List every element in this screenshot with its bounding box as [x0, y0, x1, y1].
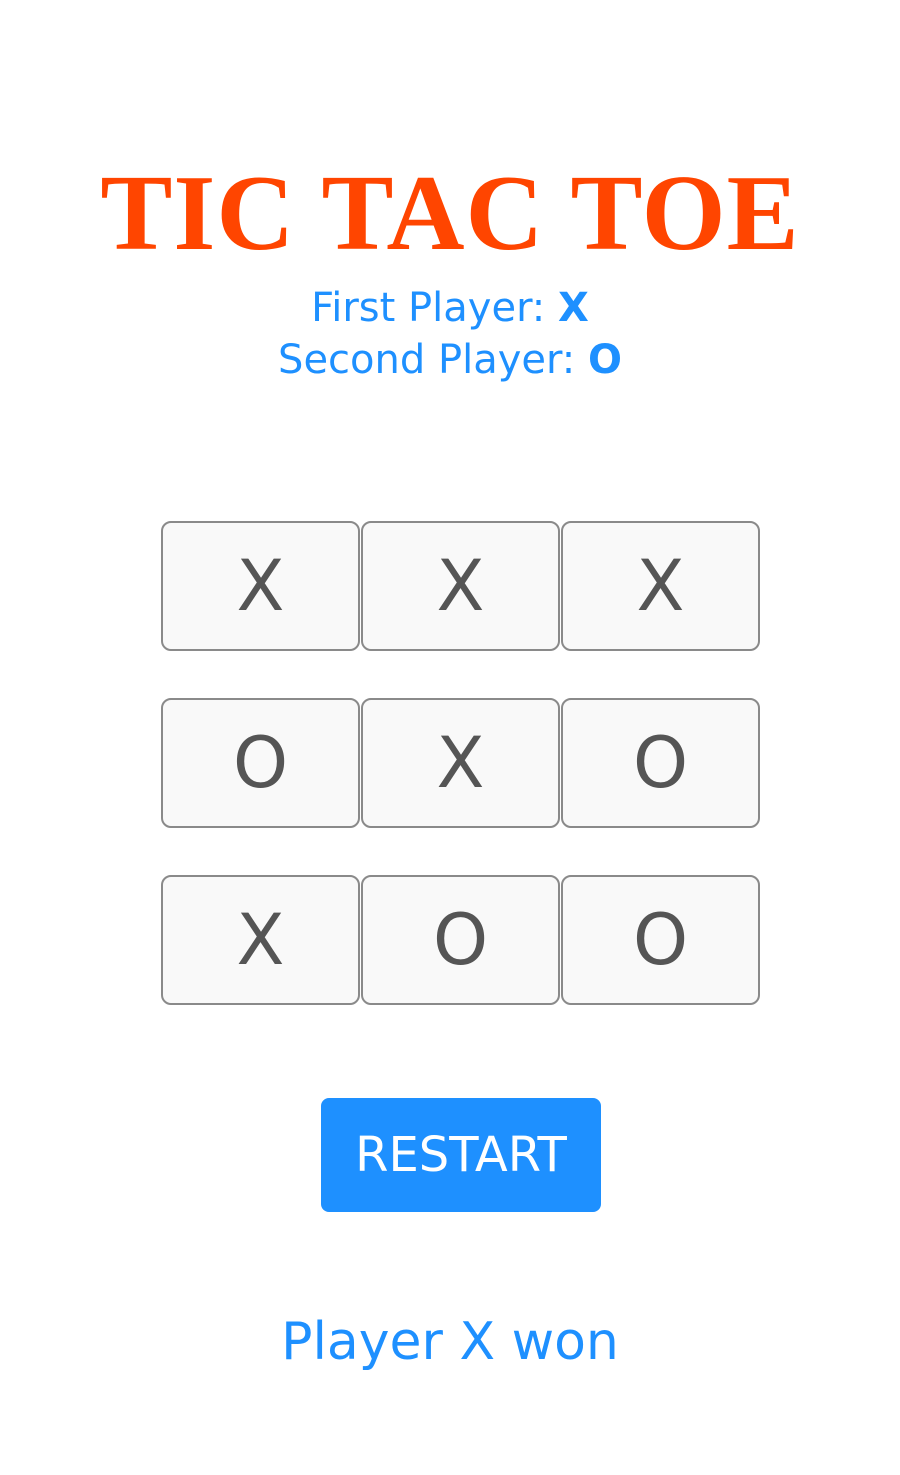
board-cell-1-3[interactable]: X [561, 521, 760, 651]
first-player-line: First Player: X [0, 282, 900, 334]
second-player-label: Second Player: [278, 337, 588, 383]
board-cell-1-2[interactable]: X [361, 521, 560, 651]
second-player-mark: O [587, 337, 622, 383]
board-cell-3-2[interactable]: O [361, 875, 560, 1005]
board-row-1: X X X [161, 521, 761, 651]
board-cell-2-3[interactable]: O [561, 698, 760, 828]
second-player-line: Second Player: O [0, 334, 900, 386]
game-title: TIC TAC TOE [100, 154, 800, 274]
board-cell-2-1[interactable]: O [161, 698, 360, 828]
board-cell-2-2[interactable]: X [361, 698, 560, 828]
game-status: Player X won [281, 1312, 619, 1372]
first-player-label: First Player: [311, 285, 558, 331]
board-cell-3-3[interactable]: O [561, 875, 760, 1005]
board-row-3: X O O [161, 875, 761, 1005]
board-row-2: O X O [161, 698, 761, 828]
first-player-mark: X [558, 285, 589, 331]
board-cell-1-1[interactable]: X [161, 521, 360, 651]
board-cell-3-1[interactable]: X [161, 875, 360, 1005]
restart-button[interactable]: RESTART [321, 1098, 601, 1212]
game-board: X X X O X O X O O [161, 521, 761, 1052]
players-info: First Player: X Second Player: O [0, 282, 900, 386]
